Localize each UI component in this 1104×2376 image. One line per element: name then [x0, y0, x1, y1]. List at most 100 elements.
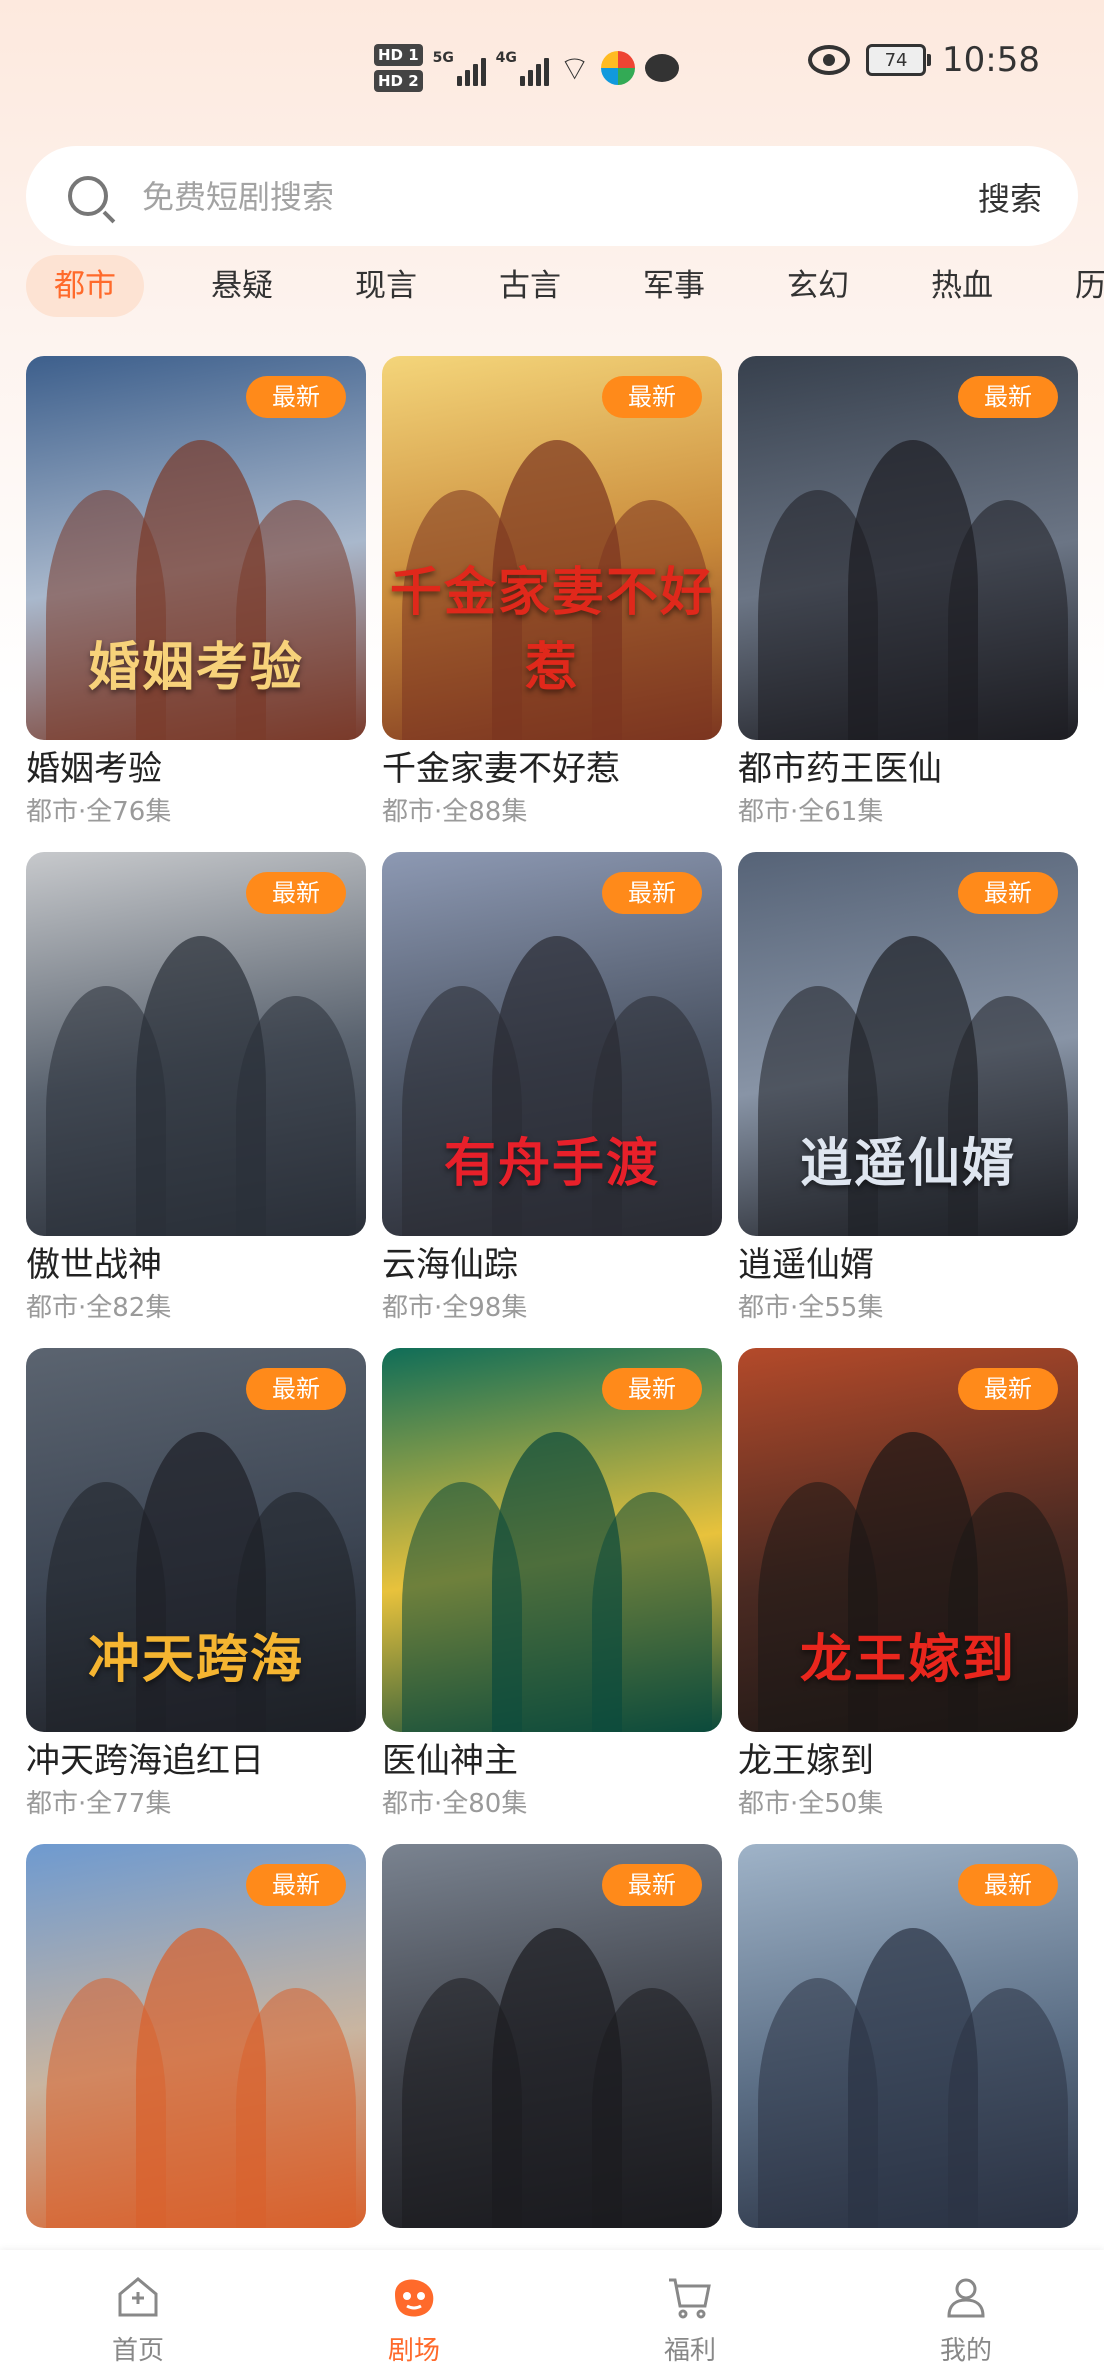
new-badge: 最新	[246, 1864, 346, 1906]
drama-card[interactable]: 千金家妻不好惹 最新 千金家妻不好惹 都市·全88集	[382, 356, 722, 852]
status-right: 74 10:58	[808, 40, 1040, 80]
new-badge: 最新	[602, 376, 702, 418]
new-badge: 最新	[246, 1368, 346, 1410]
signal-5g-icon: 5G	[433, 50, 486, 86]
tab-category[interactable]: 军事	[602, 255, 746, 317]
drama-card[interactable]: 最新 医仙神主 都市·全80集	[382, 1348, 722, 1844]
clock: 10:58	[942, 40, 1040, 80]
tab-category[interactable]: 热血	[890, 255, 1034, 317]
tab-category[interactable]: 玄幻	[746, 255, 890, 317]
hd2-label: HD 2	[374, 70, 423, 92]
drama-title[interactable]: 傲世战神	[26, 1242, 366, 1288]
nav-label: 我的	[939, 2336, 992, 2366]
drama-poster[interactable]: 千金家妻不好惹 最新	[382, 356, 722, 740]
drama-poster[interactable]: 最新	[26, 1844, 366, 2228]
search-input[interactable]	[140, 172, 944, 222]
drama-card[interactable]: 龙王嫁到 最新 龙王嫁到 都市·全50集	[738, 1348, 1078, 1844]
poster-title: 有舟手渡	[443, 1133, 660, 1194]
wifi-icon: ⌔	[558, 48, 591, 89]
new-badge: 最新	[958, 1864, 1058, 1906]
new-badge: 最新	[246, 376, 346, 418]
nav-label: 剧场	[387, 2336, 440, 2366]
message-icon	[644, 54, 679, 82]
battery-level: 74	[884, 49, 908, 71]
drama-card[interactable]: 最新 都市药王医仙 都市·全61集	[738, 356, 1078, 852]
poster-title: 逍遥仙婿	[799, 1133, 1016, 1194]
eye-comfort-icon	[808, 45, 851, 75]
tab-category[interactable]: 古言	[458, 255, 602, 317]
nav-item[interactable]: 我的	[828, 2250, 1104, 2376]
nav-item[interactable]: 福利	[552, 2250, 828, 2376]
new-badge: 最新	[602, 1368, 702, 1410]
drama-meta: 都市·全82集	[26, 1293, 172, 1323]
bottom-nav: 首页 剧场 福利 我的	[0, 2250, 1104, 2376]
drama-title[interactable]: 冲天跨海追红日	[26, 1738, 366, 1784]
nav-item[interactable]: 剧场	[276, 2250, 552, 2376]
drama-poster[interactable]: 最新	[382, 1348, 722, 1732]
drama-meta: 都市·全88集	[382, 797, 528, 827]
hd-indicator: HD 1 HD 2	[374, 42, 423, 94]
drama-title[interactable]: 龙王嫁到	[738, 1738, 1078, 1784]
drama-meta: 都市·全80集	[382, 1789, 528, 1819]
cart-icon	[665, 2272, 715, 2322]
drama-title[interactable]: 云海仙踪	[382, 1242, 722, 1288]
carrier-icon	[600, 51, 635, 85]
new-badge: 最新	[958, 376, 1058, 418]
net1-label: 5G	[432, 50, 454, 66]
poster-title: 千金家妻不好惹	[389, 562, 714, 698]
drama-meta: 都市·全61集	[738, 797, 884, 827]
nav-label: 福利	[663, 2336, 716, 2366]
drama-card[interactable]: 婚姻考验 最新 婚姻考验 都市·全76集	[26, 356, 366, 852]
status-bar: HD 1 HD 2 5G 4G ⌔ 74 10:58	[0, 0, 1104, 130]
drama-card[interactable]: 冲天跨海 最新 冲天跨海追红日 都市·全77集	[26, 1348, 366, 1844]
profile-icon	[941, 2272, 991, 2322]
signal-4g-icon: 4G	[496, 50, 549, 86]
tab-category[interactable]: 现言	[314, 255, 458, 317]
battery-icon: 74	[866, 44, 932, 76]
drama-poster[interactable]: 最新	[382, 1844, 722, 2228]
drama-poster[interactable]: 龙王嫁到 最新	[738, 1348, 1078, 1732]
drama-title[interactable]: 婚姻考验	[26, 746, 366, 792]
new-badge: 最新	[958, 872, 1058, 914]
drama-poster[interactable]: 最新	[738, 356, 1078, 740]
drama-card[interactable]: 最新 傲世战神 都市·全82集	[26, 852, 366, 1348]
drama-grid: 婚姻考验 最新 婚姻考验 都市·全76集 千金家妻不好惹 最新 千金家妻不好惹 …	[26, 356, 1078, 2340]
poster-title: 冲天跨海	[87, 1629, 304, 1690]
new-badge: 最新	[246, 872, 346, 914]
search-button[interactable]: 搜索	[978, 174, 1042, 220]
new-badge: 最新	[602, 872, 702, 914]
drama-meta: 都市·全77集	[26, 1789, 172, 1819]
new-badge: 最新	[602, 1864, 702, 1906]
drama-title[interactable]: 都市药王医仙	[738, 746, 1078, 792]
poster-title: 婚姻考验	[87, 637, 304, 698]
hd1-label: HD 1	[374, 44, 423, 66]
status-left: HD 1 HD 2 5G 4G ⌔	[374, 36, 679, 100]
theater-icon	[389, 2272, 439, 2322]
drama-title[interactable]: 医仙神主	[382, 1738, 722, 1784]
drama-card[interactable]: 有舟手渡 最新 云海仙踪 都市·全98集	[382, 852, 722, 1348]
new-badge: 最新	[958, 1368, 1058, 1410]
drama-meta: 都市·全50集	[738, 1789, 884, 1819]
drama-poster[interactable]: 逍遥仙婿 最新	[738, 852, 1078, 1236]
drama-meta: 都市·全76集	[26, 797, 172, 827]
search-icon	[68, 176, 108, 216]
poster-title: 龙王嫁到	[799, 1629, 1016, 1690]
search-bar[interactable]: 搜索	[26, 146, 1078, 246]
tab-category[interactable]: 都市	[26, 255, 144, 317]
drama-poster[interactable]: 最新	[738, 1844, 1078, 2228]
drama-poster[interactable]: 婚姻考验 最新	[26, 356, 366, 740]
drama-card[interactable]: 逍遥仙婿 最新 逍遥仙婿 都市·全55集	[738, 852, 1078, 1348]
nav-label: 首页	[111, 2336, 164, 2366]
drama-poster[interactable]: 最新	[26, 852, 366, 1236]
category-tabs: 都市悬疑现言古言军事玄幻热血历史	[26, 254, 1104, 318]
tab-category[interactable]: 悬疑	[170, 255, 314, 317]
drama-meta: 都市·全98集	[382, 1293, 528, 1323]
drama-poster[interactable]: 有舟手渡 最新	[382, 852, 722, 1236]
net2-label: 4G	[495, 50, 517, 66]
drama-title[interactable]: 千金家妻不好惹	[382, 746, 722, 792]
drama-title[interactable]: 逍遥仙婿	[738, 1242, 1078, 1288]
tab-category[interactable]: 历史	[1034, 255, 1104, 317]
drama-poster[interactable]: 冲天跨海 最新	[26, 1348, 366, 1732]
home-icon	[113, 2272, 163, 2322]
nav-item[interactable]: 首页	[0, 2250, 276, 2376]
